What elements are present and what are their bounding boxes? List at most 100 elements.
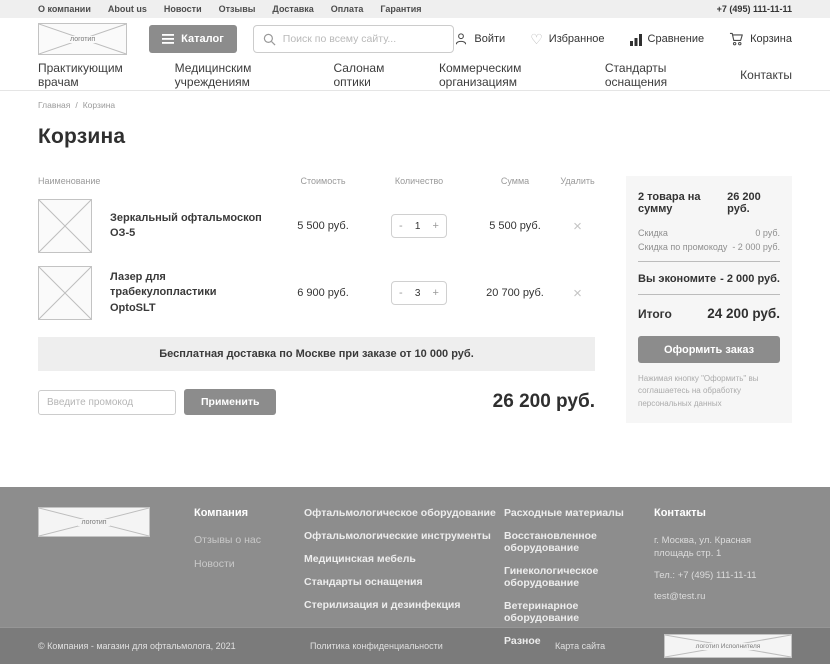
heart-icon: ♡ [530, 32, 543, 46]
cart-label: Корзина [750, 33, 792, 45]
promo-code-input[interactable] [38, 390, 176, 415]
cart-table-header: Наименование Стоимость Количество Сумма … [38, 176, 595, 186]
footer-link-veterinary[interactable]: Ветеринарное оборудование [504, 600, 654, 624]
login-label: Войти [474, 33, 505, 45]
promo-row: Применить 26 200 руб. [38, 389, 595, 415]
executor-logo: логотип Исполнителя [664, 634, 792, 658]
cart-page: О компании About us Новости Отзывы Доста… [0, 0, 830, 664]
footer-link-equipment-standards[interactable]: Стандарты оснащения [304, 576, 504, 588]
product-sum: 20 700 руб. [470, 287, 560, 299]
cart-row-2: Лазер для трабекулопластики OptoSLT 6 90… [38, 266, 595, 320]
qty-value: 1 [415, 221, 421, 232]
favorites-label: Избранное [549, 33, 605, 45]
qty-plus-button[interactable]: + [433, 221, 439, 232]
footer-link-sterilization[interactable]: Стерилизация и дезинфекция [304, 599, 504, 611]
discount-value: 0 руб. [755, 228, 780, 238]
col-sum: Сумма [470, 176, 560, 186]
col-delete: Удалить [560, 176, 595, 186]
topbar-link-news[interactable]: Новости [164, 4, 202, 14]
qty-minus-button[interactable]: - [399, 288, 403, 299]
topbar-link-about[interactable]: О компании [38, 4, 91, 14]
summary-divider [638, 261, 780, 262]
topbar-link-delivery[interactable]: Доставка [272, 4, 313, 14]
topbar-link-payment[interactable]: Оплата [331, 4, 364, 14]
cart-grand-total: 26 200 руб. [493, 391, 595, 413]
product-price: 5 500 руб. [278, 220, 368, 232]
topbar-link-about-us[interactable]: About us [108, 4, 147, 14]
page-title: Корзина [38, 125, 792, 149]
footer-link-refurbished[interactable]: Восстановленное оборудование [504, 530, 654, 554]
summary-divider [638, 294, 780, 295]
footer-link-ophthalmic-equipment[interactable]: Офтальмологическое оборудование [304, 507, 504, 519]
quantity-stepper: - 1 + [391, 214, 447, 238]
topbar-link-reviews[interactable]: Отзывы [219, 4, 256, 14]
footer-link-gynecological[interactable]: Гинекологическое оборудование [504, 565, 654, 589]
savings-label: Вы экономите [638, 273, 716, 285]
footer-company-title: Компания [194, 507, 304, 519]
search-input[interactable] [283, 33, 445, 45]
search-box [253, 25, 455, 53]
qty-minus-button[interactable]: - [399, 221, 403, 232]
nav-standards[interactable]: Стандарты оснащения [605, 61, 711, 89]
product-name[interactable]: Зеркальный офтальмоскоп ОЗ-5 [110, 211, 278, 242]
apply-promo-button[interactable]: Применить [184, 389, 276, 415]
qty-value: 3 [415, 288, 421, 299]
promo-discount-value: - 2 000 руб. [732, 242, 780, 252]
nav-practitioners[interactable]: Практикующим врачам [38, 61, 146, 89]
footer-link-medical-furniture[interactable]: Медицинская мебель [304, 553, 504, 565]
footer-logo: логотип [38, 507, 150, 537]
footer-bottom: © Компания - магазин для офтальмолога, 2… [0, 627, 830, 664]
breadcrumb-current: Корзина [83, 100, 115, 110]
catalog-button-label: Каталог [181, 33, 224, 45]
topbar-phone: +7 (495) 111-11-11 [717, 4, 792, 14]
cart-icon [729, 32, 744, 46]
promo-discount-label: Скидка по промокоду [638, 242, 727, 252]
nav-optics-salons[interactable]: Салонам оптики [333, 61, 410, 89]
footer-contacts-title: Контакты [654, 507, 792, 519]
footer-link-news[interactable]: Новости [194, 558, 304, 570]
catalog-button[interactable]: Каталог [149, 25, 237, 53]
product-price: 6 900 руб. [278, 287, 368, 299]
breadcrumb: Главная / Корзина [38, 91, 792, 110]
delete-item-button[interactable]: × [560, 218, 595, 235]
footer-catalog-column-2: Расходные материалы Восстановленное обор… [504, 507, 654, 627]
login-button[interactable]: Войти [454, 32, 505, 46]
summary-items-label: 2 товара на сумму [638, 191, 727, 215]
site-logo[interactable]: логотип [38, 23, 127, 55]
nav-commercial[interactable]: Коммерческим организациям [439, 61, 576, 89]
compare-button[interactable]: Сравнение [630, 33, 705, 46]
footer-link-ophthalmic-instruments[interactable]: Офтальмологические инструменты [304, 530, 504, 542]
main-nav: Практикующим врачам Медицинским учрежден… [0, 60, 830, 91]
image-placeholder-cross [39, 200, 91, 252]
nav-contacts[interactable]: Контакты [740, 68, 792, 82]
nav-institutions[interactable]: Медицинским учреждениям [175, 61, 305, 89]
topbar-link-warranty[interactable]: Гарантия [380, 4, 421, 14]
footer-link-reviews[interactable]: Отзывы о нас [194, 534, 304, 546]
footer-link-consumables[interactable]: Расходные материалы [504, 507, 654, 519]
col-name: Наименование [38, 176, 278, 186]
footer-catalog-column-1: Офтальмологическое оборудование Офтальмо… [304, 507, 504, 627]
content: Главная / Корзина Корзина Наименование С… [0, 91, 830, 487]
total-label: Итого [638, 307, 672, 321]
cart-row-1: Зеркальный офтальмоскоп ОЗ-5 5 500 руб. … [38, 199, 595, 253]
topbar: О компании About us Новости Отзывы Доста… [0, 0, 830, 18]
col-price: Стоимость [278, 176, 368, 186]
header-actions: Войти ♡ Избранное Сравнение [454, 32, 792, 46]
delete-item-button[interactable]: × [560, 285, 595, 302]
image-placeholder-cross [39, 267, 91, 319]
product-name[interactable]: Лазер для трабекулопластики OptoSLT [110, 270, 278, 316]
cart-button[interactable]: Корзина [729, 32, 792, 46]
savings-value: - 2 000 руб. [720, 273, 780, 285]
qty-plus-button[interactable]: + [433, 288, 439, 299]
col-qty: Количество [368, 176, 470, 186]
footer-email[interactable]: test@test.ru [654, 591, 705, 602]
checkout-button[interactable]: Оформить заказ [638, 336, 780, 363]
free-shipping-banner: Бесплатная доставка по Москве при заказе… [38, 337, 595, 371]
breadcrumb-home[interactable]: Главная [38, 100, 70, 110]
favorites-button[interactable]: ♡ Избранное [530, 32, 604, 46]
bar-chart-icon [630, 33, 642, 46]
privacy-policy-link[interactable]: Политика конфиденциальности [310, 641, 555, 651]
sitemap-link[interactable]: Карта сайта [555, 641, 664, 651]
footer-phone: Тел.: +7 (495) 111-11-11 [654, 569, 784, 582]
executor-logo-label: логотип Исполнителя [693, 643, 764, 650]
